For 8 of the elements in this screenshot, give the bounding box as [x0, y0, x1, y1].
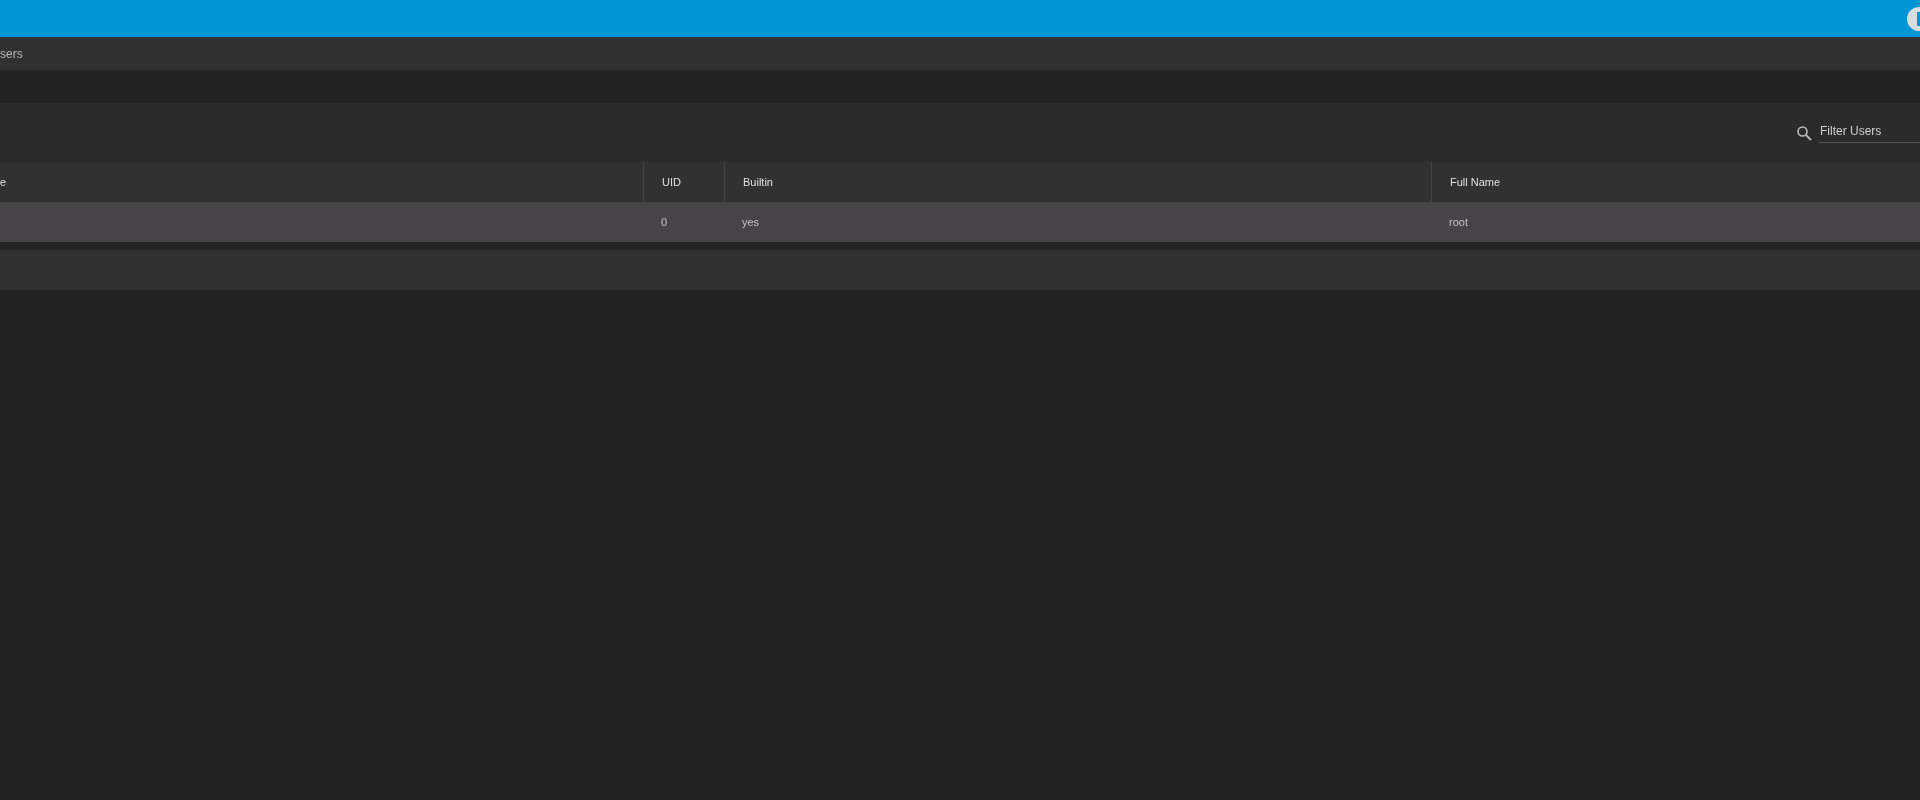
table-row[interactable]: 0 yes root: [0, 202, 1920, 242]
table-cell: 0: [661, 216, 668, 228]
filter-field[interactable]: Filter Users: [1818, 122, 1920, 143]
table-cell: root: [1449, 216, 1468, 228]
breadcrumb-item[interactable]: sers: [0, 46, 23, 61]
column-header[interactable]: e: [0, 162, 643, 202]
search-icon: [1796, 124, 1812, 141]
table-cell: yes: [742, 216, 760, 228]
